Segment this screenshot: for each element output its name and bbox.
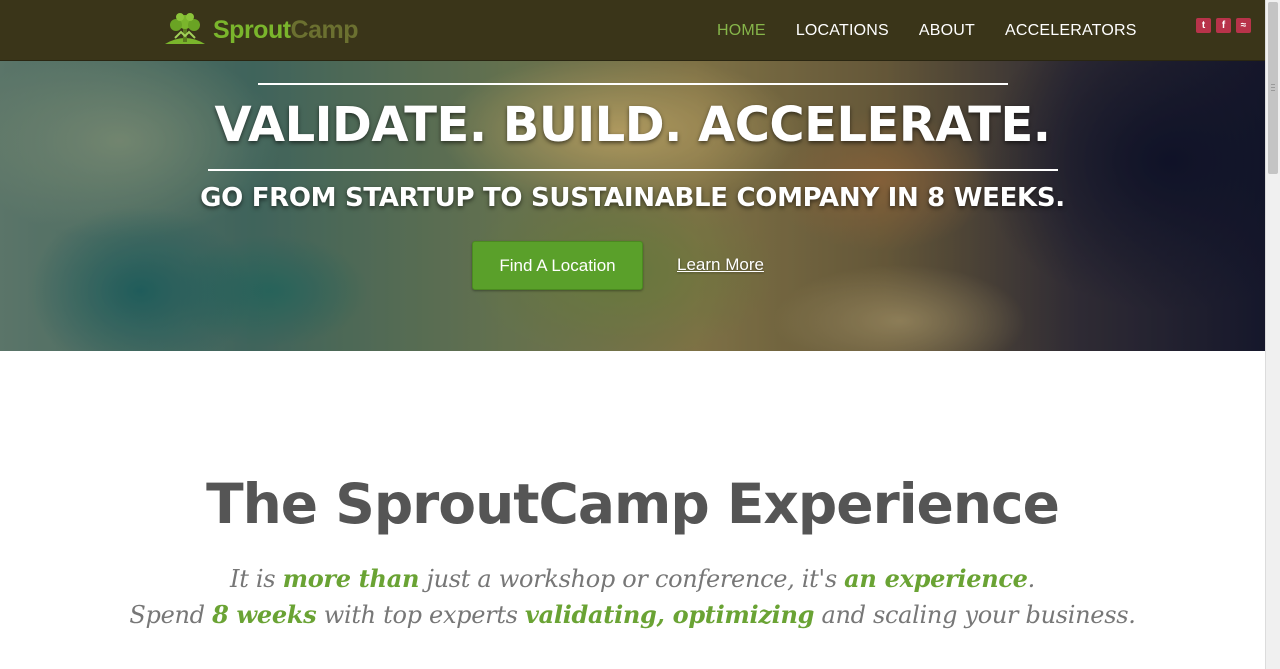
tagline-text: . <box>1027 565 1036 593</box>
tagline-text: just a workshop or conference, it's <box>419 565 845 593</box>
nav-locations[interactable]: LOCATIONS <box>781 22 904 40</box>
brand-camp-text: Camp <box>290 15 359 44</box>
twitter-icon[interactable]: t <box>1196 18 1211 33</box>
scroll-grip-line <box>1271 84 1275 85</box>
tagline-line-1: It is more than just a workshop or confe… <box>0 564 1265 593</box>
top-navbar: SproutCamp HOME LOCATIONS ABOUT ACCELERA… <box>0 0 1265 61</box>
hero-middle-rule <box>208 169 1058 171</box>
hero-title: VALIDATE. BUILD. ACCELERATE. <box>214 97 1051 153</box>
scroll-grip-line <box>1271 90 1275 91</box>
brand-sprout-text: Sprout <box>213 15 291 44</box>
hero-banner: VALIDATE. BUILD. ACCELERATE. GO FROM STA… <box>0 61 1265 351</box>
tagline-line-2: Spend 8 weeks with top experts validatin… <box>0 600 1265 629</box>
tagline-highlight: validating, optimizing <box>525 600 815 629</box>
nav-home[interactable]: HOME <box>702 22 781 40</box>
facebook-icon[interactable]: f <box>1216 18 1231 33</box>
social-links: t f ≈ <box>1196 18 1251 33</box>
scroll-grip-line <box>1271 87 1275 88</box>
scrollbar-thumb[interactable] <box>1268 2 1278 174</box>
tagline-text: and scaling your business. <box>814 601 1136 629</box>
section-title: The SproutCamp Experience <box>206 472 1060 536</box>
main-nav: HOME LOCATIONS ABOUT ACCELERATORS <box>702 0 1152 61</box>
nav-about[interactable]: ABOUT <box>904 22 990 40</box>
sprout-tree-icon <box>165 13 205 44</box>
tagline-text: It is <box>230 565 283 593</box>
tagline-text: with top experts <box>316 601 526 629</box>
hero-subtitle: GO FROM STARTUP TO SUSTAINABLE COMPANY I… <box>200 183 1065 213</box>
page-scrollbar[interactable] <box>1265 0 1280 669</box>
sproutcamp-logo[interactable]: SproutCamp <box>163 10 359 50</box>
rss-icon[interactable]: ≈ <box>1236 18 1251 33</box>
tagline-text: Spend <box>129 601 213 629</box>
learn-more-link[interactable]: Learn More <box>677 255 764 275</box>
nav-accelerators[interactable]: ACCELERATORS <box>990 22 1152 40</box>
tagline-highlight: an experience <box>844 564 1028 593</box>
tagline-highlight: more than <box>282 564 420 593</box>
hero-top-rule <box>258 83 1008 85</box>
tagline-highlight: 8 weeks <box>212 600 317 629</box>
find-location-button[interactable]: Find A Location <box>472 241 643 290</box>
